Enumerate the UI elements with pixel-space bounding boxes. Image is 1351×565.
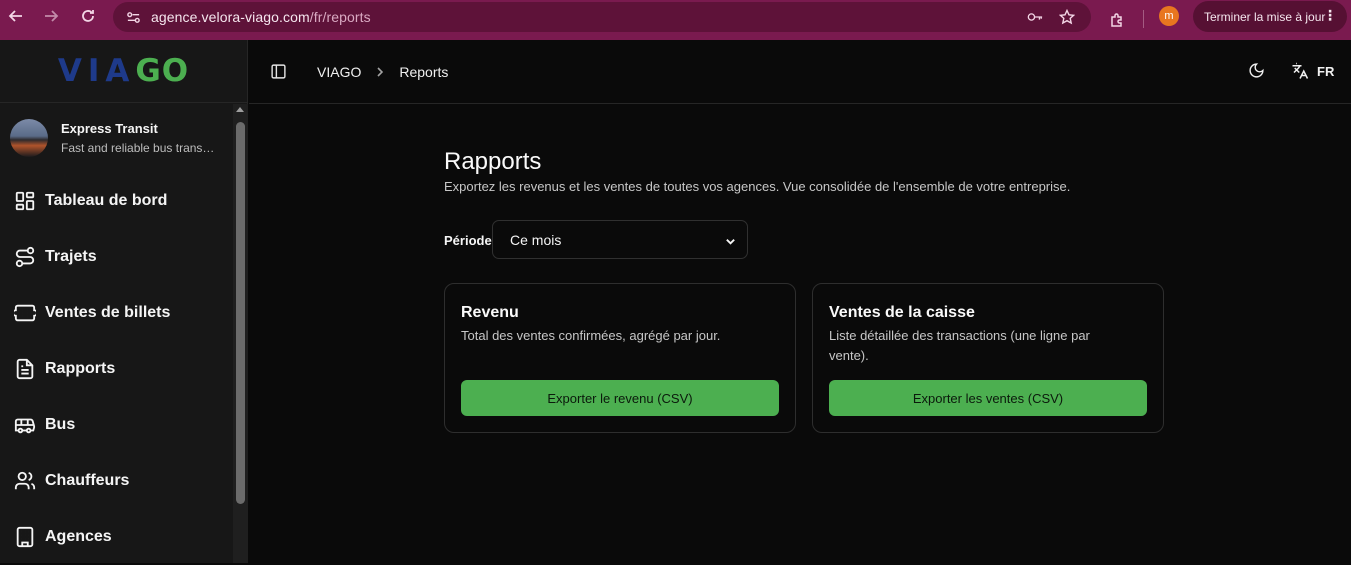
- forward-arrow-icon[interactable]: [35, 0, 67, 32]
- export-revenue-button[interactable]: Exporter le revenu (CSV): [461, 380, 779, 416]
- export-sales-button[interactable]: Exporter les ventes (CSV): [829, 380, 1147, 416]
- sidebar-item-dashboard[interactable]: Tableau de bord: [0, 173, 247, 229]
- organization-description: Fast and reliable bus transp...: [61, 141, 219, 155]
- ticket-icon: [14, 304, 36, 322]
- route-icon: [15, 246, 35, 268]
- organization-avatar: [10, 119, 48, 157]
- update-label: Terminer la mise à jour: [1204, 9, 1326, 24]
- language-code: FR: [1317, 63, 1335, 79]
- translate-icon: [1292, 62, 1309, 79]
- main-content: Rapports Exportez les revenus et les ven…: [249, 105, 1351, 563]
- toolbar-divider: [1143, 10, 1144, 28]
- profile-avatar[interactable]: m: [1159, 6, 1179, 26]
- revenue-card: Revenu Total des ventes confirmées, agré…: [444, 283, 796, 433]
- sidebar-item-bus[interactable]: Bus: [0, 397, 247, 453]
- building-icon: [16, 526, 34, 548]
- star-icon[interactable]: [1053, 3, 1081, 31]
- users-icon: [14, 471, 36, 490]
- logo[interactable]: VIAGO: [0, 40, 247, 103]
- sidebar-item-trips[interactable]: Trajets: [0, 229, 247, 285]
- chevron-down-icon: [725, 234, 736, 250]
- sidebar-item-ticket-sales[interactable]: Ventes de billets: [0, 285, 247, 341]
- period-label: Période: [444, 233, 492, 248]
- sidebar-toggle-icon[interactable]: [270, 63, 287, 85]
- card-description: Total des ventes confirmées, agrégé par …: [461, 328, 721, 343]
- breadcrumb: VIAGO Reports: [317, 64, 448, 80]
- key-icon[interactable]: [1021, 3, 1049, 31]
- bus-icon: [14, 418, 36, 434]
- back-arrow-icon[interactable]: [0, 0, 32, 32]
- card-title: Revenu: [461, 304, 519, 321]
- moon-icon[interactable]: [1248, 62, 1265, 84]
- extensions-icon[interactable]: [1101, 4, 1133, 36]
- period-select-value: Ce mois: [510, 231, 562, 248]
- sidebar-item-label: Agences: [45, 528, 112, 545]
- card-title: Ventes de la caisse: [829, 304, 975, 321]
- page-title: Rapports: [444, 148, 542, 175]
- sidebar-item-drivers[interactable]: Chauffeurs: [0, 453, 247, 509]
- page-subtitle: Exportez les revenus et les ventes de to…: [444, 179, 1071, 194]
- dashboard-icon: [15, 191, 35, 211]
- logo-via: VIA: [57, 53, 136, 89]
- sidebar-nav: Tableau de bord Trajets Ventes de billet…: [0, 173, 247, 565]
- cash-sales-card: Ventes de la caisse Liste détaillée des …: [812, 283, 1164, 433]
- sidebar-scroll-thumb[interactable]: [236, 122, 245, 504]
- sidebar-item-label: Tableau de bord: [45, 192, 168, 209]
- organization-switcher[interactable]: Express Transit Fast and reliable bus tr…: [0, 103, 247, 173]
- sidebar-item-label: Rapports: [45, 360, 116, 377]
- chevron-right-icon: [374, 66, 386, 78]
- card-description: Liste détaillée des transactions (une li…: [829, 328, 1090, 363]
- sidebar-item-agencies[interactable]: Agences: [0, 509, 247, 565]
- url-text: agence.velora-viago.com/fr/reports: [151, 9, 371, 25]
- language-switcher[interactable]: FR: [1291, 62, 1334, 80]
- sidebar-item-label: Chauffeurs: [45, 472, 130, 489]
- site-settings-icon[interactable]: [119, 10, 147, 25]
- breadcrumb-current: Reports: [399, 64, 449, 80]
- sidebar-item-reports[interactable]: Rapports: [0, 341, 247, 397]
- browser-toolbar: agence.velora-viago.com/fr/reports m Ter…: [0, 0, 1351, 40]
- logo-go: GO: [135, 53, 190, 89]
- address-bar[interactable]: agence.velora-viago.com/fr/reports: [113, 2, 1091, 32]
- period-select[interactable]: Ce mois: [492, 220, 748, 259]
- sidebar-item-label: Trajets: [45, 248, 97, 265]
- more-menu-icon[interactable]: ⋮: [1323, 8, 1337, 22]
- top-header: VIAGO Reports FR: [249, 40, 1351, 104]
- update-browser-button[interactable]: Terminer la mise à jour ⋮: [1193, 1, 1347, 32]
- sidebar: VIAGO Express Transit Fast and reliable …: [0, 40, 248, 563]
- sidebar-item-label: Bus: [45, 416, 76, 433]
- reload-icon[interactable]: [72, 0, 104, 32]
- breadcrumb-root[interactable]: VIAGO: [317, 64, 361, 80]
- scroll-up-arrow-icon[interactable]: [236, 107, 244, 112]
- organization-name: Express Transit: [61, 121, 158, 136]
- sidebar-item-label: Ventes de billets: [45, 304, 171, 321]
- file-text-icon: [16, 358, 34, 380]
